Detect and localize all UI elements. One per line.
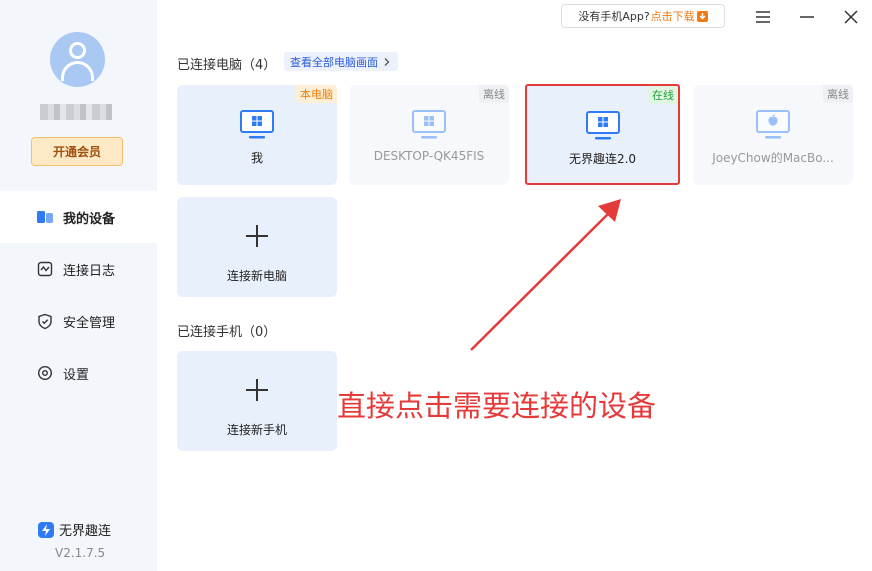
vip-button[interactable]: 开通会员 bbox=[31, 137, 123, 166]
add-phone-label: 连接新手机 bbox=[226, 423, 287, 437]
download-icon bbox=[696, 10, 708, 22]
close-icon bbox=[844, 10, 858, 24]
minimize-button[interactable] bbox=[797, 7, 817, 27]
nav-item-my-devices[interactable]: 我的设备 bbox=[0, 191, 157, 243]
menu-icon bbox=[756, 11, 770, 23]
brand-name: 无界趣连 bbox=[59, 524, 112, 539]
device-status-tag: 在线 bbox=[648, 86, 678, 104]
brand-logo-icon bbox=[38, 521, 54, 538]
device-name: DESKTOP-QK45FIS bbox=[373, 149, 485, 163]
device-card-desktop-qk45fis[interactable]: 离线 DESKTOP-QK45FIS bbox=[349, 85, 509, 185]
nav-item-security[interactable]: 安全管理 bbox=[0, 295, 157, 347]
device-card-wujie-quilian[interactable]: 在线 无界趣连2.0 bbox=[525, 84, 680, 185]
computers-section-title: 已连接电脑（4） bbox=[177, 58, 277, 73]
avatar-body-shape bbox=[61, 61, 94, 81]
device-card-joeychow-macbook[interactable]: 离线 JoeyChow的MacBo... bbox=[693, 85, 853, 185]
add-computer-label: 连接新电脑 bbox=[226, 269, 287, 283]
menu-button[interactable] bbox=[753, 7, 773, 27]
view-all-screens-link[interactable]: 查看全部电脑画面 bbox=[284, 52, 398, 71]
monitor-windows-icon bbox=[585, 111, 620, 140]
add-computer-card[interactable]: 连接新电脑 bbox=[177, 197, 337, 297]
plus-icon bbox=[246, 379, 268, 401]
avatar-head-shape bbox=[69, 42, 86, 59]
nav-label: 我的设备 bbox=[63, 211, 116, 227]
plus-icon bbox=[246, 225, 268, 247]
device-status-tag: 离线 bbox=[823, 85, 853, 103]
app-version: V2.1.7.5 bbox=[55, 546, 106, 560]
device-name: 无界趣连2.0 bbox=[568, 152, 637, 166]
annotation-text: 直接点击需要连接的设备 bbox=[337, 389, 657, 423]
device-card-this-pc[interactable]: 本电脑 我 bbox=[177, 85, 337, 185]
log-icon bbox=[36, 260, 54, 278]
user-avatar[interactable] bbox=[50, 32, 105, 87]
download-prompt: 没有手机App? bbox=[578, 10, 650, 23]
device-name: JoeyChow的MacBo... bbox=[712, 151, 834, 165]
close-button[interactable] bbox=[841, 7, 861, 27]
view-all-label: 查看全部电脑画面 bbox=[290, 55, 378, 69]
monitor-windows-icon bbox=[412, 110, 446, 139]
nav-item-settings[interactable]: 设置 bbox=[0, 347, 157, 399]
nav-label: 设置 bbox=[63, 367, 90, 383]
monitor-windows-icon bbox=[240, 110, 274, 139]
chevron-right-icon bbox=[384, 57, 390, 66]
download-app-link[interactable]: 没有手机App? 点击下载 bbox=[561, 4, 725, 28]
device-status-tag: 本电脑 bbox=[296, 85, 337, 103]
phones-section-title: 已连接手机（0） bbox=[177, 325, 277, 340]
devices-icon bbox=[36, 208, 54, 226]
shield-icon bbox=[36, 312, 54, 330]
device-name: 我 bbox=[250, 151, 263, 165]
username-blurred bbox=[40, 104, 112, 120]
nav-label: 安全管理 bbox=[63, 315, 116, 331]
device-status-tag: 离线 bbox=[479, 85, 509, 103]
brand: 无界趣连 bbox=[38, 520, 111, 539]
add-phone-card[interactable]: 连接新手机 bbox=[177, 351, 337, 451]
nav-item-connection-log[interactable]: 连接日志 bbox=[0, 243, 157, 295]
sidebar: 开通会员 我的设备 连接日志 安全管理 设置 无界趣连 V2.1.7.5 bbox=[0, 0, 157, 571]
gear-icon bbox=[36, 364, 54, 382]
minimize-icon bbox=[800, 16, 814, 18]
download-link-text: 点击下载 bbox=[650, 10, 695, 23]
monitor-apple-icon bbox=[756, 110, 790, 139]
nav-label: 连接日志 bbox=[63, 263, 116, 279]
